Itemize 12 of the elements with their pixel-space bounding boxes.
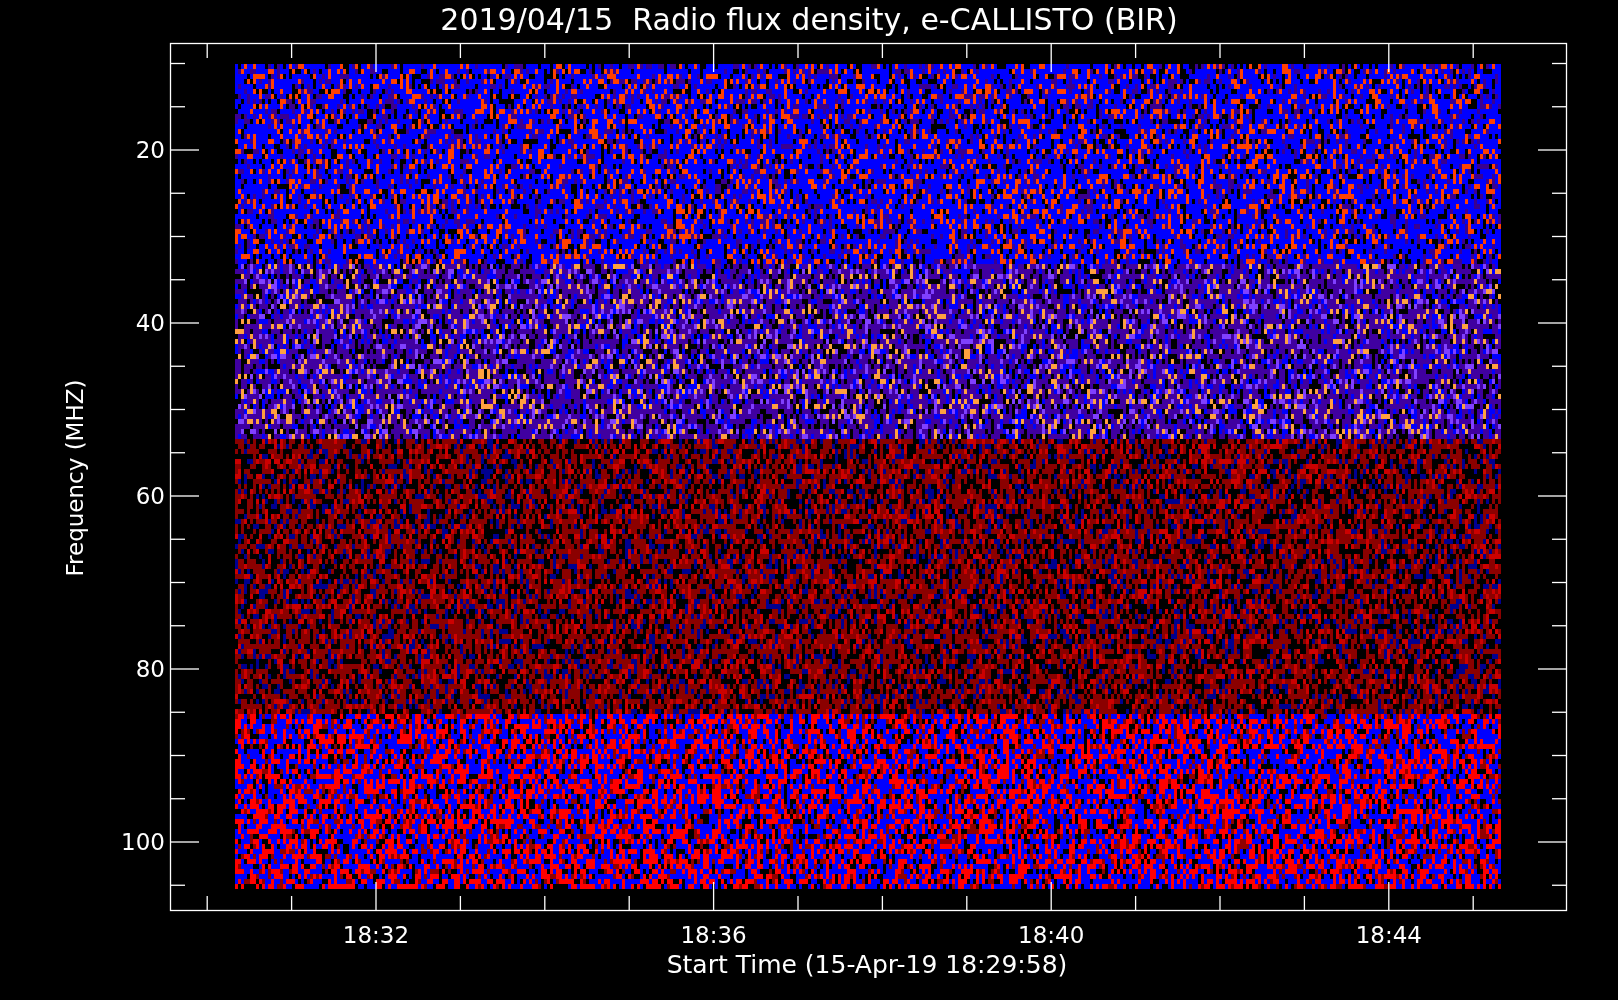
chart-title: 2019/04/15 Radio flux density, e-CALLISTO (BIR) [439, 2, 1179, 38]
tick-label: 80 [134, 655, 165, 683]
axis-label: Frequency (MHZ) [61, 378, 89, 579]
tick-label: 40 [134, 309, 165, 337]
tick-label: 18:36 [679, 921, 748, 949]
tick-label: 20 [134, 136, 165, 164]
tick-label: 18:44 [1354, 921, 1423, 949]
tick-label: 18:32 [341, 921, 411, 949]
tick-label: 60 [134, 482, 165, 510]
tick-label: 18:40 [1017, 921, 1086, 949]
axis-label: Start Time (15-Apr-19 18:29:58) [665, 950, 1069, 980]
tick-label: 100 [120, 828, 165, 856]
